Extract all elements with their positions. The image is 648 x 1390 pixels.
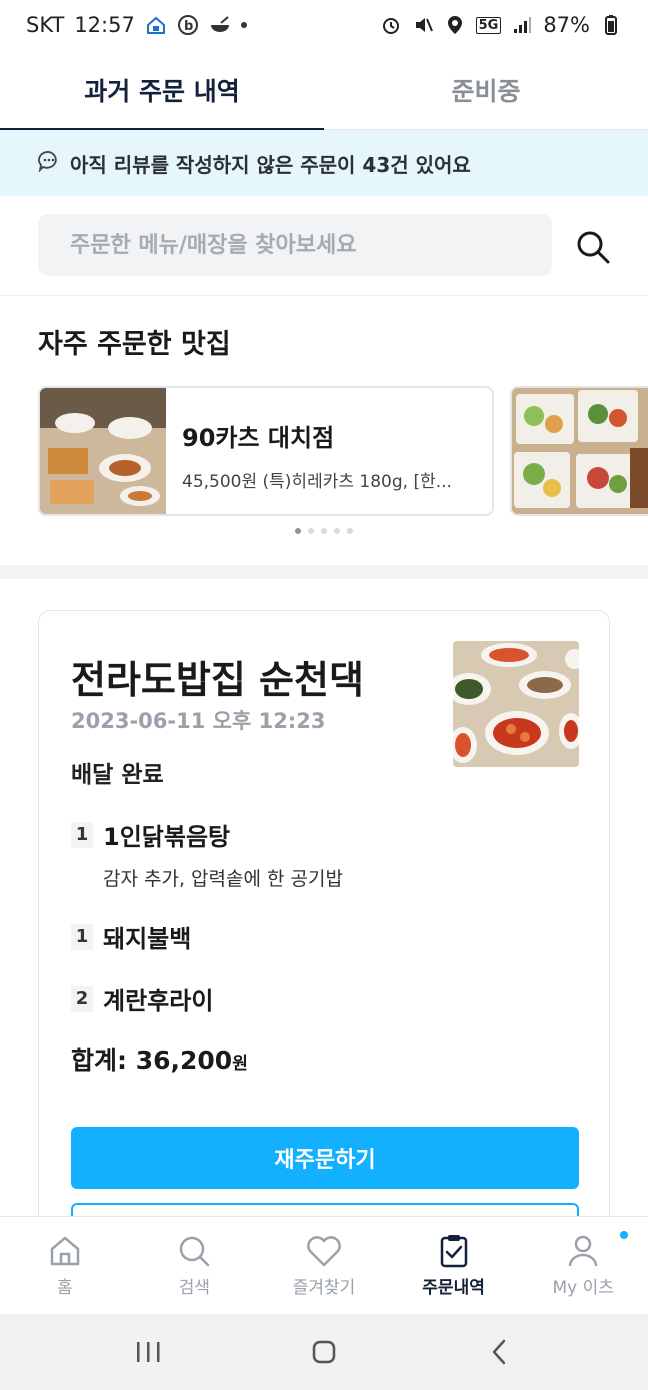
nav-home-label: 홈 (56, 1278, 73, 1298)
status-right: 5G 87% (380, 13, 622, 37)
order-store-image (453, 641, 579, 767)
chat-bubble-icon (38, 150, 60, 177)
tab-past-orders[interactable]: 과거 주문 내역 (0, 50, 324, 131)
battery-icon (600, 14, 622, 36)
restaurant-thumbnail (40, 388, 166, 514)
carrier-label: SKT (26, 13, 65, 37)
pagination-dot (321, 528, 327, 534)
status-left: SKT 12:57 b (26, 13, 247, 37)
reorder-button[interactable]: 재주문하기 (71, 1127, 579, 1189)
order-card[interactable]: 전라도밥집 순천댁 2023-06-11 오후 12:23 배달 완료 1 1인닭… (38, 610, 610, 1310)
nav-home[interactable]: 홈 (0, 1217, 130, 1315)
b-app-icon: b (177, 14, 199, 36)
frequent-restaurant-card[interactable]: 90카츠 대치점 45,500원 (특)히레카츠 180g, [한... (38, 386, 494, 516)
search-row (0, 196, 648, 296)
order-item: 1 1인닭볶음탕 감자 추가, 압력솥에 한 공기밥 (71, 817, 343, 891)
tab-preparing[interactable]: 준비중 (324, 50, 648, 130)
order-total-amount: 합계: 36,200 (71, 1046, 233, 1075)
order-tabs: 과거 주문 내역 준비중 (0, 50, 648, 131)
nav-orders[interactable]: 주문내역 (389, 1217, 519, 1315)
carousel-pagination (0, 528, 648, 534)
restaurant-info: 90카츠 대치점 45,500원 (특)히레카츠 180g, [한... (166, 388, 476, 514)
restaurant-name: 90카츠 대치점 (182, 424, 335, 452)
review-banner[interactable]: 아직 리뷰를 작성하지 않은 주문이 43건 있어요 (0, 130, 648, 196)
mute-icon (412, 14, 434, 36)
order-date: 2023-06-11 오후 12:23 (71, 709, 326, 733)
section-divider (0, 565, 648, 579)
heart-icon (307, 1236, 341, 1267)
bowl-app-icon (209, 14, 231, 36)
system-nav-bar (0, 1314, 648, 1390)
signal-icon (511, 14, 533, 36)
home-square-icon (312, 1340, 336, 1364)
order-store-name[interactable]: 전라도밥집 순천댁 (71, 649, 364, 704)
search-input[interactable] (38, 214, 552, 276)
pagination-dot (308, 528, 314, 534)
pagination-dot (347, 528, 353, 534)
pagination-dot (295, 528, 301, 534)
alarm-icon (380, 14, 402, 36)
pagination-dot (334, 528, 340, 534)
frequent-restaurant-card-next[interactable] (510, 386, 648, 516)
item-name: 돼지불백 (103, 925, 192, 953)
home-button[interactable] (294, 1322, 354, 1382)
person-icon (568, 1235, 598, 1267)
restaurant-last-order: 45,500원 (특)히레카츠 180g, [한... (182, 472, 452, 492)
recent-apps-icon (137, 1342, 160, 1362)
nav-orders-label: 주문내역 (422, 1278, 485, 1298)
network-type: 5G (475, 16, 502, 34)
nav-my-eats[interactable]: My 이츠 (518, 1217, 648, 1315)
nav-favorites[interactable]: 즐겨찾기 (259, 1217, 389, 1315)
restaurant-thumbnail (512, 388, 648, 514)
search-button[interactable] (570, 224, 616, 270)
clock: 12:57 (74, 13, 135, 37)
back-button[interactable] (470, 1322, 530, 1382)
house-app-icon (145, 14, 167, 36)
review-banner-text: 아직 리뷰를 작성하지 않은 주문이 43건 있어요 (70, 152, 471, 177)
order-total-unit: 원 (232, 1054, 248, 1074)
nav-favorites-label: 즐겨찾기 (292, 1278, 356, 1298)
battery-percent: 87% (543, 13, 590, 37)
home-icon (50, 1236, 80, 1266)
svg-text:b: b (184, 19, 193, 34)
order-item: 2 계란후라이 (71, 981, 213, 1016)
search-icon (577, 231, 610, 264)
item-quantity: 1 (71, 821, 93, 848)
item-quantity: 1 (71, 923, 93, 950)
back-chevron-icon (492, 1339, 506, 1365)
nav-search-label: 검색 (178, 1278, 211, 1298)
notification-dot (619, 1231, 628, 1239)
order-total: 합계: 36,200원 (71, 1041, 248, 1077)
more-notifications-dot (240, 22, 247, 28)
item-quantity: 2 (71, 985, 93, 1012)
nav-my-eats-label: My 이츠 (552, 1278, 614, 1298)
order-item: 1 돼지불백 (71, 919, 191, 954)
item-name: 계란후라이 (103, 987, 214, 1015)
item-name: 1인닭볶음탕 (103, 823, 231, 851)
frequent-section-title: 자주 주문한 맛집 (38, 329, 231, 360)
nav-search[interactable]: 검색 (130, 1217, 260, 1315)
status-bar: SKT 12:57 b 5G 87% (0, 0, 648, 50)
order-status: 배달 완료 (71, 762, 164, 788)
search-icon (180, 1236, 210, 1267)
clipboard-check-icon (440, 1235, 467, 1268)
item-option: 감자 추가, 압력솥에 한 공기밥 (103, 868, 343, 890)
location-icon (444, 14, 466, 36)
bottom-nav: 홈 검색 즐겨찾기 주문내역 My 이츠 (0, 1216, 648, 1314)
recent-apps-button[interactable] (118, 1322, 178, 1382)
